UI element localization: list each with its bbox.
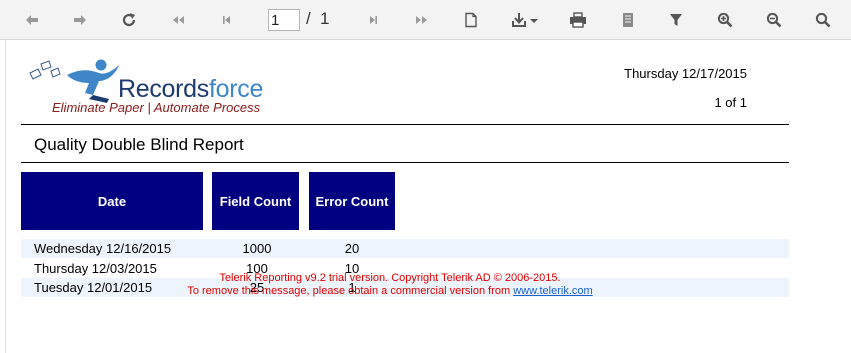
logo-tagline: Eliminate Paper | Automate Process	[52, 100, 261, 115]
previous-page-icon[interactable]	[215, 8, 239, 32]
zoom-out-icon[interactable]	[762, 8, 786, 32]
watermark-line-2: To remove this message, please obtain a …	[180, 285, 600, 298]
table-row: Wednesday 12/16/2015 1000 20	[21, 239, 789, 258]
report-title: Quality Double Blind Report	[34, 135, 244, 154]
forward-icon[interactable]	[68, 8, 92, 32]
print-icon[interactable]	[566, 8, 590, 32]
parameters-icon[interactable]	[664, 8, 688, 32]
divider-top	[21, 124, 789, 125]
cell-field-count: 1000	[242, 241, 272, 256]
export-icon[interactable]	[510, 8, 542, 32]
cell-error-count: 20	[344, 241, 360, 256]
cell-date: Wednesday 12/16/2015	[34, 241, 172, 256]
cell-date: Thursday 12/03/2015	[34, 261, 157, 276]
back-icon[interactable]	[20, 8, 44, 32]
document-map-icon[interactable]	[616, 8, 640, 32]
column-header-field-count: Field Count	[212, 172, 299, 230]
watermark-line-1: Telerik Reporting v9.2 trial version. Co…	[219, 272, 561, 284]
telerik-link[interactable]: www.telerik.com	[513, 285, 592, 297]
next-page-icon[interactable]	[361, 8, 385, 32]
column-header-date: Date	[21, 172, 203, 230]
watermark-line-2-text: To remove this message, please obtain a …	[187, 285, 511, 297]
last-page-icon[interactable]	[410, 8, 434, 32]
report-date: Thursday 12/17/2015	[624, 66, 747, 81]
page-number-input[interactable]	[268, 9, 300, 31]
print-preview-icon[interactable]	[459, 8, 483, 32]
logo-word-records: Records	[118, 75, 209, 103]
page-info: 1 of 1	[714, 95, 747, 110]
logo-word-force: force	[209, 75, 264, 103]
divider-bottom	[21, 162, 789, 163]
cell-date: Tuesday 12/01/2015	[34, 280, 153, 295]
refresh-icon[interactable]	[117, 8, 141, 32]
report-viewer-toolbar: / 1	[0, 0, 851, 40]
page-total: 1	[320, 9, 330, 28]
running-man-icon	[29, 59, 119, 103]
trial-watermark: Telerik Reporting v9.2 trial version. Co…	[180, 272, 600, 298]
column-header-error-count: Error Count	[309, 172, 395, 230]
search-icon[interactable]	[811, 8, 835, 32]
page-separator: /	[306, 9, 311, 28]
zoom-in-icon[interactable]	[713, 8, 737, 32]
first-page-icon[interactable]	[166, 8, 190, 32]
